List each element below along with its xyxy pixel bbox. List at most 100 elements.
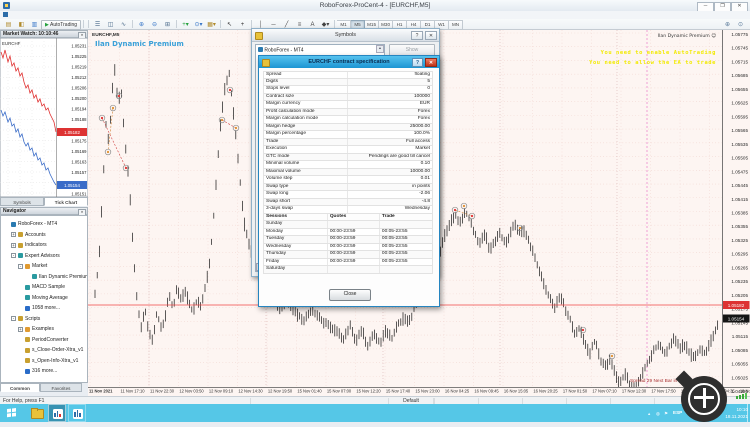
svg-text:16 Nov 04:25: 16 Nov 04:25 bbox=[445, 389, 470, 394]
close-button[interactable]: ✕ bbox=[731, 2, 748, 12]
tray-flag-icon[interactable]: ⚑ bbox=[664, 411, 668, 416]
symbols-tree-root[interactable]: RoboForex - MT4 bbox=[258, 47, 304, 55]
expander-icon[interactable]: + bbox=[11, 232, 16, 237]
svg-text:1.05475: 1.05475 bbox=[731, 169, 748, 174]
tab-tick-chart[interactable]: Tick Chart bbox=[44, 197, 88, 206]
mt4-taskbar-button-active[interactable] bbox=[48, 404, 66, 422]
spec-dialog-icon bbox=[262, 59, 270, 67]
svg-text:1.05355: 1.05355 bbox=[731, 224, 748, 229]
svg-text:1.05325: 1.05325 bbox=[731, 238, 748, 243]
cursor-button[interactable]: ↖ bbox=[223, 20, 236, 31]
line-chart-button[interactable]: ∿ bbox=[117, 20, 130, 31]
zoom-in-button[interactable]: ⊕ bbox=[135, 20, 148, 31]
spec-row-spread: Spreadfloating bbox=[263, 71, 433, 79]
spec-row-profit-calculation-mode: Profit calculation modeForex bbox=[263, 109, 433, 117]
nav-item-1058-more-[interactable]: 1058 more... bbox=[1, 303, 87, 313]
maximize-button[interactable]: ❐ bbox=[714, 2, 731, 12]
spec-row-execution: ExecutionMarket bbox=[263, 146, 433, 154]
tray-hidden-icons[interactable]: ▴ bbox=[648, 411, 650, 416]
expander-icon[interactable]: + bbox=[18, 327, 23, 332]
spec-row-contract-size: Contract size100000 bbox=[263, 94, 433, 102]
nav-item-scripts[interactable]: -Scripts bbox=[1, 314, 87, 324]
candlestick-chart-button[interactable]: ◫ bbox=[104, 20, 117, 31]
chart-profiles-button[interactable]: ◧ bbox=[15, 20, 28, 31]
spec-help-button[interactable]: ? bbox=[412, 58, 423, 67]
nav-item-s-open-info-xtra-v1[interactable]: s_Open-Info-Xtra_v1 bbox=[1, 356, 87, 366]
nav-item-expert-advisors[interactable]: -Expert Advisors bbox=[1, 251, 87, 261]
svg-text:12 Nov 09:10: 12 Nov 09:10 bbox=[209, 389, 234, 394]
tick-chart-canvas[interactable]: 1.052311.052251.052191.052121.052061.052… bbox=[0, 38, 88, 197]
svg-text:1.05595: 1.05595 bbox=[731, 114, 748, 119]
tab-favorites[interactable]: Favorites bbox=[40, 383, 82, 392]
nav-item-examples[interactable]: +Examples bbox=[1, 324, 87, 334]
symbols-dialog-titlebar[interactable]: Symbols ? ✕ bbox=[252, 29, 439, 42]
svg-text:12 Nov 19:50: 12 Nov 19:50 bbox=[268, 389, 293, 394]
minimize-button[interactable]: ─ bbox=[697, 2, 714, 12]
magnify-plus-button[interactable]: ⊕ bbox=[721, 20, 734, 31]
show-desktop-button[interactable] bbox=[747, 404, 750, 422]
tree-item-icon bbox=[25, 327, 30, 332]
tree-item-icon bbox=[18, 316, 23, 321]
tree-item-icon bbox=[25, 358, 30, 363]
svg-text:17 Nov 07:10: 17 Nov 07:10 bbox=[592, 389, 617, 394]
toolbar-separator bbox=[220, 20, 221, 28]
magnify-doc-button[interactable]: ⊙ bbox=[734, 20, 747, 31]
tray-language[interactable]: ESP bbox=[673, 410, 682, 415]
spec-close-icon[interactable]: ✕ bbox=[425, 58, 437, 67]
spec-row-3-days-swap: 3-days swapWednesday bbox=[263, 206, 433, 214]
symbols-dialog-icon bbox=[255, 32, 263, 40]
timeframe-mn-button[interactable]: MN bbox=[449, 20, 463, 30]
symbols-help-button[interactable]: ? bbox=[411, 31, 423, 40]
periods-button[interactable]: ⊙▾ bbox=[192, 20, 205, 31]
svg-text:1.05655: 1.05655 bbox=[731, 87, 748, 92]
crosshair-button[interactable]: + bbox=[236, 20, 249, 31]
tree-item-icon bbox=[11, 222, 16, 227]
scroll-up-arrow[interactable]: ▲ bbox=[376, 45, 384, 53]
nav-item-ilan-dynamic-premium[interactable]: Ilan Dynamic Premium bbox=[1, 272, 87, 282]
svg-text:1.05505: 1.05505 bbox=[731, 156, 748, 161]
symbols-close-icon[interactable]: ✕ bbox=[425, 31, 437, 40]
svg-text:1.05535: 1.05535 bbox=[731, 142, 748, 147]
expander-icon[interactable]: + bbox=[11, 243, 16, 248]
nav-item-macd-sample[interactable]: MACD Sample bbox=[1, 282, 87, 292]
bar-chart-button[interactable]: ☰ bbox=[91, 20, 104, 31]
tab-symbols[interactable]: Symbols bbox=[0, 197, 44, 206]
tile-windows-button[interactable]: ⊞ bbox=[161, 20, 174, 31]
new-order-button[interactable]: ▤ bbox=[2, 20, 15, 31]
spec-dialog-titlebar[interactable]: EURCHF contract specification ? ✕ bbox=[259, 56, 439, 68]
svg-text:1.05295: 1.05295 bbox=[731, 252, 748, 257]
file-explorer-button[interactable] bbox=[28, 404, 46, 422]
market-watch-toggle-button[interactable]: ▥ bbox=[28, 20, 41, 31]
session-row-wednesday: Wednesday00:00-23:5900:05-23:55 bbox=[263, 244, 433, 252]
close-button[interactable]: Close bbox=[329, 289, 371, 301]
tree-item-icon bbox=[25, 306, 30, 311]
tray-clock-time[interactable]: 10:10 bbox=[724, 407, 748, 412]
nav-item-roboforex-mt4[interactable]: RoboForex - MT4 bbox=[1, 219, 87, 229]
nav-item-accounts[interactable]: +Accounts bbox=[1, 230, 87, 240]
expander-icon[interactable]: - bbox=[18, 264, 23, 269]
nav-item-periodconverter[interactable]: PeriodConverter bbox=[1, 335, 87, 345]
expander-icon[interactable]: - bbox=[11, 316, 16, 321]
zoom-out-button[interactable]: ⊖ bbox=[148, 20, 161, 31]
nav-item-market[interactable]: -Market bbox=[1, 261, 87, 271]
mt4-taskbar-button-2[interactable] bbox=[68, 404, 86, 422]
svg-text:1.05206: 1.05206 bbox=[71, 86, 87, 91]
expander-icon[interactable]: - bbox=[11, 253, 16, 258]
nav-item-indicators[interactable]: +Indicators bbox=[1, 240, 87, 250]
start-button[interactable] bbox=[0, 404, 24, 422]
nav-item-moving-average[interactable]: Moving Average bbox=[1, 293, 87, 303]
indicators-button[interactable]: +▾ bbox=[179, 20, 192, 31]
svg-text:1.05205: 1.05205 bbox=[731, 293, 748, 298]
svg-text:17 Nov 01:50: 17 Nov 01:50 bbox=[563, 389, 588, 394]
templates-button[interactable]: ▦▾ bbox=[205, 20, 218, 31]
tray-status-icon[interactable]: ◍ bbox=[656, 411, 660, 416]
spec-row-swap-long: Swap long-2.06 bbox=[263, 191, 433, 199]
svg-text:1.05231: 1.05231 bbox=[71, 44, 87, 49]
tab-common[interactable]: Common bbox=[0, 383, 40, 392]
svg-text:17 Nov 12:30: 17 Nov 12:30 bbox=[622, 389, 647, 394]
svg-text:11 Nov 22:30: 11 Nov 22:30 bbox=[150, 389, 175, 394]
nav-item-316-more-[interactable]: 316 more... bbox=[1, 366, 87, 376]
svg-text:1.05219: 1.05219 bbox=[71, 65, 87, 70]
nav-item-s-close-order-xtra-v1[interactable]: s_Close-Order-Xtra_v1 bbox=[1, 345, 87, 355]
autotrading-button[interactable]: ▶ AutoTrading bbox=[41, 20, 81, 30]
